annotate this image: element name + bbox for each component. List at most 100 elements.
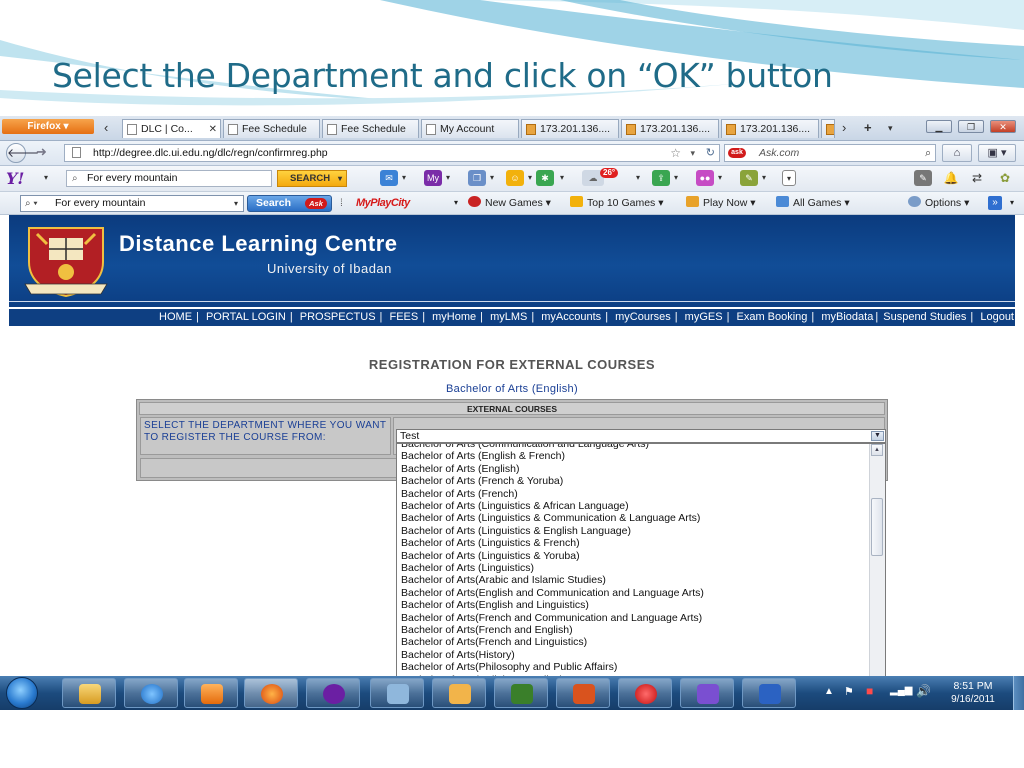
dreamweaver-taskbar-button[interactable]: [494, 678, 548, 708]
menu-suspend-studies[interactable]: Suspend Studies: [883, 311, 966, 323]
copy-dropdown-icon[interactable]: ▾: [490, 170, 494, 186]
department-option[interactable]: Bachelor of Arts (French): [401, 488, 518, 500]
menu-exam-booking[interactable]: Exam Booking: [736, 311, 807, 323]
tab-scroll-left-icon[interactable]: ‹: [104, 119, 108, 137]
opera-taskbar-button[interactable]: [618, 678, 672, 708]
yahoo-logo[interactable]: Y!: [6, 169, 24, 188]
tab-ip-3[interactable]: 173.201.136....: [721, 119, 819, 138]
bell-icon[interactable]: 🔔: [942, 170, 960, 186]
ask-search-button[interactable]: Search Ask: [247, 195, 332, 212]
yahoo-messenger-taskbar-button[interactable]: [306, 678, 360, 708]
answers-icon[interactable]: ⇪: [652, 170, 670, 186]
dropdown-arrow-icon[interactable]: ▼: [871, 431, 884, 441]
clock-date[interactable]: 9/16/2011: [938, 694, 1008, 705]
department-option[interactable]: Bachelor of Arts(French and English): [401, 624, 573, 636]
tab-my-account[interactable]: My Account: [421, 119, 519, 138]
copy-icon[interactable]: ❐: [468, 170, 486, 186]
yahoo-menu-dropdown-icon[interactable]: ▾: [44, 170, 48, 186]
forward-arrow-icon[interactable]: ➜: [36, 143, 47, 161]
department-option[interactable]: Bachelor of Arts (Communication and Lang…: [401, 444, 649, 450]
web-search-box[interactable]: ask Ask.com ⌕: [724, 144, 936, 162]
action-center-icon[interactable]: ⚑: [844, 685, 854, 698]
restore-icon[interactable]: ❐: [958, 120, 984, 133]
show-desktop-button[interactable]: [1013, 676, 1024, 710]
department-option[interactable]: Bachelor of Arts (Linguistics & Yoruba): [401, 550, 580, 562]
app-taskbar-button-2[interactable]: [432, 678, 486, 708]
scroll-thumb[interactable]: [871, 498, 883, 556]
notepad-icon[interactable]: ✎: [740, 170, 758, 186]
options-link[interactable]: Options ▾: [908, 195, 969, 211]
pencil-icon[interactable]: ✎: [914, 170, 932, 186]
myplaycity-logo[interactable]: MyPlayCity: [356, 195, 410, 211]
minimize-icon[interactable]: ▁: [926, 120, 952, 133]
department-option[interactable]: Bachelor of Arts (English): [401, 463, 519, 475]
department-option[interactable]: Bachelor of Arts (English & French): [401, 450, 565, 462]
weather-dropdown-icon[interactable]: ▾: [636, 170, 640, 186]
ie-taskbar-button[interactable]: [124, 678, 178, 708]
new-tab-icon[interactable]: +: [864, 119, 872, 137]
department-option[interactable]: Bachelor of Arts (French & Yoruba): [401, 475, 563, 487]
start-button-icon[interactable]: [6, 677, 38, 709]
tab-scroll-right-icon[interactable]: ›: [842, 119, 846, 137]
department-option[interactable]: Bachelor of Arts (Linguistics & African …: [401, 500, 629, 512]
department-option[interactable]: Bachelor of Arts(Arabic and Islamic Stud…: [401, 574, 606, 586]
mail-dropdown-icon[interactable]: ▾: [402, 170, 406, 186]
bookmark-star-icon[interactable]: ☆: [670, 145, 681, 161]
media-player-taskbar-button[interactable]: [184, 678, 238, 708]
menu-prospectus[interactable]: PROSPECTUS: [300, 311, 376, 323]
tab-ip-2[interactable]: 173.201.136....: [621, 119, 719, 138]
new-games-link[interactable]: New Games ▾: [468, 195, 551, 211]
ask-search-dropdown-icon[interactable]: ▾: [234, 196, 238, 211]
url-bar[interactable]: http://degree.dlc.ui.edu.ng/dlc/regn/con…: [64, 144, 720, 162]
scroll-up-icon[interactable]: ▲: [871, 444, 883, 456]
department-options-list[interactable]: Bachelor of Arts (Communication and Lang…: [396, 443, 886, 710]
notepad-dropdown-icon[interactable]: ▾: [762, 170, 766, 186]
window-close-icon[interactable]: ✕: [990, 120, 1016, 133]
myplaycity-dropdown-icon[interactable]: ▾: [454, 195, 458, 211]
toolbar-overflow-dropdown-icon[interactable]: ▾: [1010, 195, 1014, 211]
menu-portal-login[interactable]: PORTAL LOGIN: [206, 311, 286, 323]
firefox-taskbar-button[interactable]: [244, 678, 298, 708]
flickr-dropdown-icon[interactable]: ▾: [718, 170, 722, 186]
department-option[interactable]: Bachelor of Arts(English and Linguistics…: [401, 599, 589, 611]
menu-myges[interactable]: myGES: [685, 311, 723, 323]
menu-mybiodata[interactable]: myBiodata: [821, 311, 873, 323]
tab-ip-1[interactable]: 173.201.136....: [521, 119, 619, 138]
home-icon[interactable]: ⌂: [942, 144, 972, 162]
back-arrow-icon[interactable]: 🡐: [6, 143, 39, 163]
toolbar-more-icon[interactable]: »: [988, 196, 1002, 210]
search-icon[interactable]: ⌕: [925, 145, 931, 161]
messenger-icon[interactable]: ☺: [506, 170, 524, 186]
all-games-link[interactable]: All Games ▾: [776, 195, 850, 211]
powerpoint-taskbar-button[interactable]: [556, 678, 610, 708]
menu-mycourses[interactable]: myCourses: [615, 311, 671, 323]
yahoo-search-input[interactable]: ⌕ For every mountain: [66, 170, 272, 187]
department-option[interactable]: Bachelor of Arts (Linguistics & English …: [401, 525, 631, 537]
clock-time[interactable]: 8:51 PM: [938, 680, 1008, 692]
menu-myhome[interactable]: myHome: [432, 311, 476, 323]
firefox-menu-button[interactable]: Firefox ▾: [2, 119, 94, 134]
options-scrollbar[interactable]: ▲ ▼: [869, 444, 885, 709]
play-now-link[interactable]: Play Now ▾: [686, 195, 756, 211]
toolbar-options-icon[interactable]: ▾: [782, 170, 796, 186]
bookmarks-menu-icon[interactable]: ▣ ▾: [978, 144, 1016, 162]
network-icon[interactable]: ▂▄▆: [890, 685, 912, 696]
close-tab-icon[interactable]: ✕: [209, 120, 217, 138]
department-select[interactable]: Test ▼: [396, 429, 886, 443]
department-option[interactable]: Bachelor of Arts (Linguistics): [401, 562, 534, 574]
addon-icon[interactable]: ✿: [996, 170, 1014, 186]
tab-dlc[interactable]: DLC | Co... ✕: [122, 119, 221, 138]
department-option[interactable]: Bachelor of Arts(Philosophy and Public A…: [401, 661, 617, 673]
tab-list-icon[interactable]: ▾: [888, 119, 893, 137]
mail-icon[interactable]: ✉: [380, 170, 398, 186]
url-history-dropdown-icon[interactable]: ▾: [690, 145, 695, 161]
menu-fees[interactable]: FEES: [389, 311, 418, 323]
flickr-icon[interactable]: ●●: [696, 170, 714, 186]
menu-mylms[interactable]: myLMS: [490, 311, 527, 323]
top-10-games-link[interactable]: Top 10 Games ▾: [570, 195, 664, 211]
tab-partial[interactable]: [821, 119, 835, 138]
app-taskbar-button-3[interactable]: [680, 678, 734, 708]
department-option[interactable]: Bachelor of Arts(French and Communicatio…: [401, 612, 702, 624]
answers-dropdown-icon[interactable]: ▾: [674, 170, 678, 186]
yahoo-search-button[interactable]: SEARCH ▾: [277, 170, 347, 187]
